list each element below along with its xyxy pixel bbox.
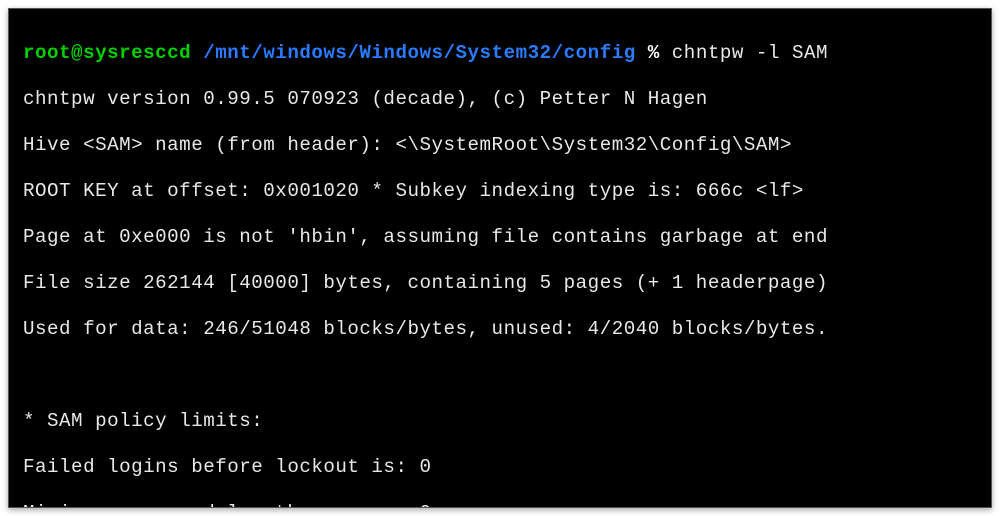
prompt-cwd: /mnt/windows/Windows/System32/config — [203, 42, 636, 64]
command-text: chntpw -l SAM — [672, 42, 828, 64]
output-page: Page at 0xe000 is not 'hbin', assuming f… — [23, 226, 977, 249]
output-hive: Hive <SAM> name (from header): <\SystemR… — [23, 134, 977, 157]
prompt-line-1: root@sysresccd /mnt/windows/Windows/Syst… — [23, 42, 977, 65]
prompt-sep: % — [648, 42, 660, 64]
output-failed-logins: Failed logins before lockout is: 0 — [23, 456, 977, 479]
output-policy-header: * SAM policy limits: — [23, 410, 977, 433]
terminal-window[interactable]: root@sysresccd /mnt/windows/Windows/Syst… — [8, 8, 992, 508]
output-version: chntpw version 0.99.5 070923 (decade), (… — [23, 88, 977, 111]
output-filesize: File size 262144 [40000] bytes, containi… — [23, 272, 977, 295]
output-min-pw-len: Minimum password length : 0 — [23, 502, 977, 508]
output-rootkey: ROOT KEY at offset: 0x001020 * Subkey in… — [23, 180, 977, 203]
prompt-userhost: root@sysresccd — [23, 42, 191, 64]
output-used: Used for data: 246/51048 blocks/bytes, u… — [23, 318, 977, 341]
